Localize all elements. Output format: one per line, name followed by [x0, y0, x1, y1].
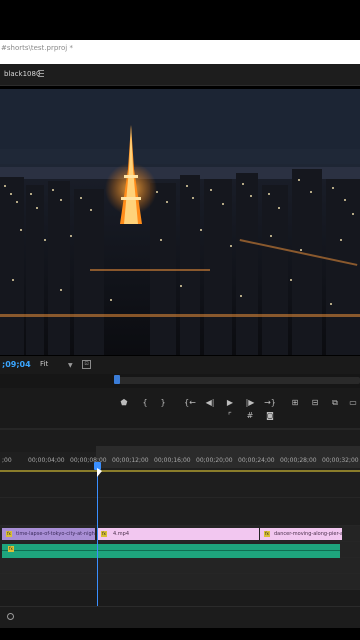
sequence-tab[interactable]: black1080	[4, 70, 40, 78]
trim-icon[interactable]: ⌜	[223, 410, 237, 422]
monitor-controls-bar	[0, 356, 360, 374]
play-icon[interactable]: ▶	[223, 397, 237, 409]
ruler-tick-label: 00;00;28;00	[280, 457, 317, 464]
ruler-tick-label: 00;00;32;00	[322, 457, 359, 464]
lift-icon[interactable]: ⧉	[328, 397, 342, 409]
video-clip[interactable]: 4.mp4	[97, 528, 259, 540]
tokyo-night-cityscape	[0, 89, 360, 355]
program-monitor-preview	[0, 89, 360, 355]
screen-top-edge	[0, 0, 360, 40]
chevron-down-icon[interactable]: ▼	[68, 362, 73, 369]
export-frame-icon[interactable]: ◙	[263, 410, 277, 422]
track-row[interactable]	[0, 574, 360, 590]
track-row[interactable]	[0, 498, 360, 526]
title-bar: #shorts\test.prproj *	[0, 40, 360, 64]
extract-icon[interactable]: ▭	[346, 397, 360, 409]
zoom-scroll-handle[interactable]	[7, 613, 14, 620]
step-forward-icon[interactable]: |▶	[243, 397, 257, 409]
playhead-timecode[interactable]: ;09;04	[2, 360, 31, 369]
resolution-icon[interactable]: ⊡	[82, 360, 91, 369]
go-to-out-icon[interactable]: →}	[263, 397, 277, 409]
clip-label: dancer-moving-along-pier-a	[274, 531, 342, 537]
ruler-tick-label: 00;00;16;00	[154, 457, 191, 464]
zoom-fit-select[interactable]: Fit	[40, 360, 48, 368]
monitor-playhead-handle[interactable]	[114, 375, 120, 384]
video-clip[interactable]: dancer-moving-along-pier-a	[260, 528, 342, 540]
transport-controls: ⬟ { } {← ◀| ▶ |▶ →} ⊞ ⊟ ⧉ ▭ ⌜ # ◙	[0, 388, 360, 428]
timeline-zoom-bar	[0, 606, 360, 628]
screen-bottom-edge	[0, 628, 360, 640]
fx-badge-icon: fx	[6, 531, 12, 537]
safe-margins-icon[interactable]: #	[243, 410, 257, 422]
clip-label: time-lapse-of-tokyo-city-at-nigh	[16, 531, 95, 537]
mark-in-icon[interactable]: {	[138, 397, 152, 409]
panel-menu-icon[interactable]	[38, 70, 44, 77]
project-title: #shorts\test.prproj *	[1, 44, 73, 52]
ruler-tick-label: 00;00;20;00	[196, 457, 233, 464]
audio-clip[interactable]	[2, 544, 340, 558]
insert-icon[interactable]: ⊞	[288, 397, 302, 409]
overwrite-icon[interactable]: ⊟	[308, 397, 322, 409]
go-to-in-icon[interactable]: {←	[183, 397, 197, 409]
ruler-tick-label: 00;00;08;00	[70, 457, 107, 464]
track-row[interactable]	[0, 472, 360, 498]
video-clip[interactable]: time-lapse-of-tokyo-city-at-nigh	[2, 528, 95, 540]
ruler-tick-label: 00;00;24;00	[238, 457, 275, 464]
ruler-tick-label: 00;00;12;00	[112, 457, 149, 464]
mouse-cursor-icon	[97, 468, 102, 477]
fx-badge-icon: fx	[101, 531, 107, 537]
monitor-scrub-track[interactable]	[116, 377, 360, 384]
mark-out-icon[interactable]: }	[156, 397, 170, 409]
audio-waveform	[2, 550, 340, 551]
track-row[interactable]	[0, 558, 360, 574]
ruler-tick-label: 00;00;04;00	[28, 457, 65, 464]
ruler-tick-label: ;00	[2, 457, 12, 464]
fx-badge-icon: fx	[264, 531, 270, 537]
marker-icon[interactable]: ⬟	[117, 397, 131, 409]
timeline-playhead-line[interactable]	[97, 464, 98, 614]
program-monitor-header: black1080	[0, 64, 360, 86]
step-back-icon[interactable]: ◀|	[203, 397, 217, 409]
fx-badge-icon: fx	[8, 546, 14, 552]
